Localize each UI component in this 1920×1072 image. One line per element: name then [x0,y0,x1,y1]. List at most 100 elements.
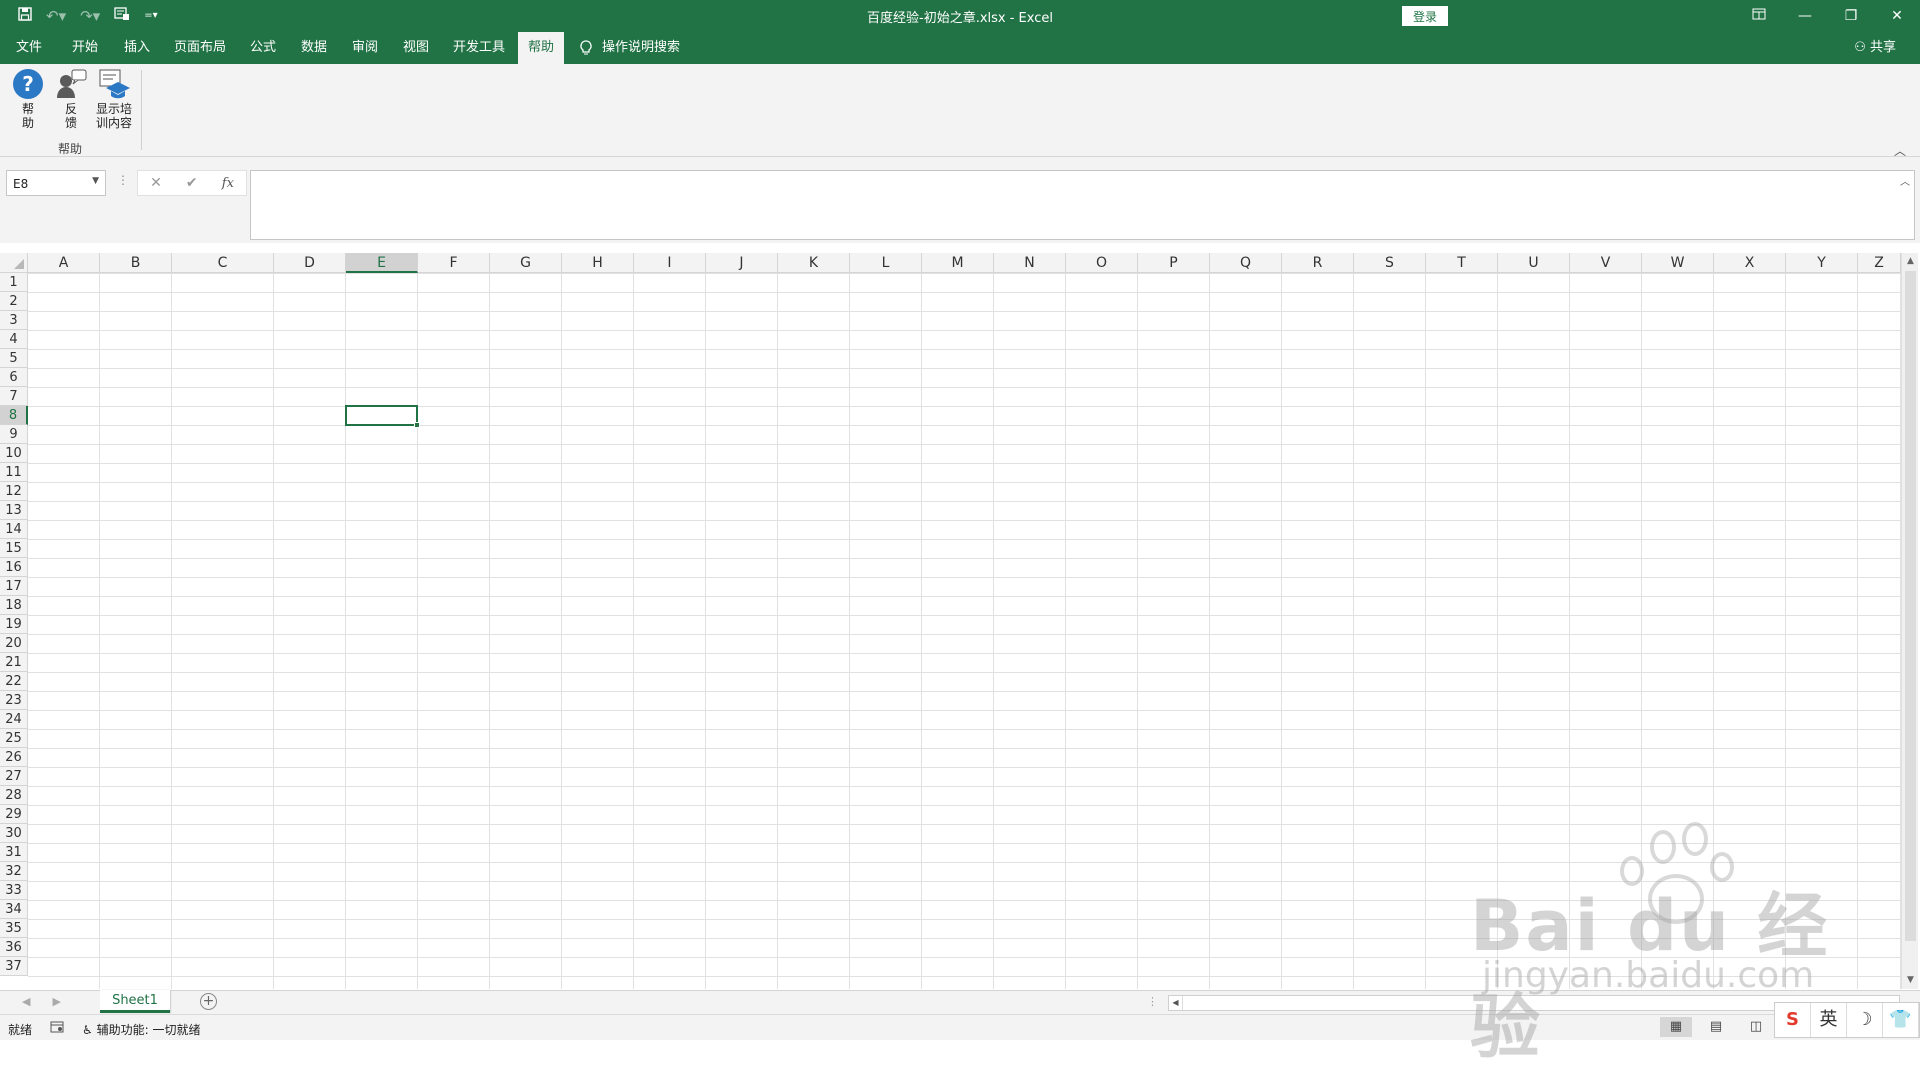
page-break-view-icon[interactable]: ◫ [1740,1017,1772,1037]
row-header-29[interactable]: 29 [0,805,28,824]
minimize-icon[interactable]: — [1782,0,1828,32]
column-header-g[interactable]: G [490,253,562,273]
show-training-button[interactable]: 显示培 训内容 [92,68,136,130]
column-header-m[interactable]: M [922,253,994,273]
split-handle-icon[interactable]: ⋮ [1147,995,1158,1008]
normal-view-icon[interactable]: ▦ [1660,1017,1692,1037]
tab-view[interactable]: 视图 [393,32,439,64]
row-header-15[interactable]: 15 [0,539,28,558]
tab-review[interactable]: 审阅 [342,32,388,64]
column-header-j[interactable]: J [706,253,778,273]
vertical-scroll-thumb[interactable] [1905,271,1916,941]
row-header-5[interactable]: 5 [0,349,28,368]
feedback-button[interactable]: 反 馈 [52,68,90,130]
column-header-t[interactable]: T [1426,253,1498,273]
moon-icon[interactable]: ☽ [1847,1003,1883,1037]
next-sheet-icon[interactable]: ▶ [52,995,60,1008]
row-header-16[interactable]: 16 [0,558,28,577]
row-header-30[interactable]: 30 [0,824,28,843]
ime-mode[interactable]: 英 [1811,1003,1847,1037]
column-header-r[interactable]: R [1282,253,1354,273]
name-box[interactable]: E8 ▼ [6,170,106,196]
row-header-28[interactable]: 28 [0,786,28,805]
row-header-9[interactable]: 9 [0,425,28,444]
row-header-7[interactable]: 7 [0,387,28,406]
column-header-y[interactable]: Y [1786,253,1858,273]
row-header-33[interactable]: 33 [0,881,28,900]
row-header-19[interactable]: 19 [0,615,28,634]
row-header-31[interactable]: 31 [0,843,28,862]
add-sheet-icon[interactable]: + [200,993,217,1010]
tab-file[interactable]: 文件 [6,32,52,64]
tab-help[interactable]: 帮助 [518,32,565,65]
tab-home[interactable]: 开始 [62,32,108,64]
column-header-i[interactable]: I [634,253,706,273]
ribbon-display-icon[interactable] [1736,0,1782,32]
row-header-20[interactable]: 20 [0,634,28,653]
accessibility-status[interactable]: ♿︎ 辅助功能: 一切就绪 [82,1021,200,1038]
tab-developer[interactable]: 开发工具 [443,32,515,64]
column-header-s[interactable]: S [1354,253,1426,273]
macro-record-icon[interactable] [50,1021,64,1036]
column-header-z[interactable]: Z [1858,253,1901,273]
close-icon[interactable]: ✕ [1874,0,1920,32]
row-header-13[interactable]: 13 [0,501,28,520]
row-header-11[interactable]: 11 [0,463,28,482]
row-header-8[interactable]: 8 [0,406,28,425]
cells-area[interactable] [28,273,1901,989]
column-header-b[interactable]: B [100,253,172,273]
scroll-down-icon[interactable]: ▼ [1902,972,1919,989]
column-header-k[interactable]: K [778,253,850,273]
collapse-formula-bar-icon[interactable]: ︿ [1900,173,1910,188]
column-header-n[interactable]: N [994,253,1066,273]
sogou-logo-icon[interactable]: S [1775,1003,1811,1037]
tab-page-layout[interactable]: 页面布局 [164,32,236,64]
login-button[interactable]: 登录 [1402,6,1448,26]
tab-insert[interactable]: 插入 [114,32,160,64]
row-header-23[interactable]: 23 [0,691,28,710]
column-header-p[interactable]: P [1138,253,1210,273]
row-header-26[interactable]: 26 [0,748,28,767]
help-button[interactable]: ? 帮 助 [11,68,45,130]
column-header-w[interactable]: W [1642,253,1714,273]
restore-icon[interactable]: ❐ [1828,0,1874,32]
row-header-2[interactable]: 2 [0,292,28,311]
skin-icon[interactable]: 👕 [1883,1003,1919,1037]
row-header-21[interactable]: 21 [0,653,28,672]
row-header-37[interactable]: 37 [0,957,28,976]
column-header-x[interactable]: X [1714,253,1786,273]
prev-sheet-icon[interactable]: ◀ [22,995,30,1008]
column-header-c[interactable]: C [172,253,274,273]
formula-input[interactable]: ︿ [250,170,1915,240]
row-header-6[interactable]: 6 [0,368,28,387]
row-header-18[interactable]: 18 [0,596,28,615]
row-header-34[interactable]: 34 [0,900,28,919]
row-header-36[interactable]: 36 [0,938,28,957]
row-header-25[interactable]: 25 [0,729,28,748]
select-all-button[interactable] [0,253,28,273]
row-header-35[interactable]: 35 [0,919,28,938]
column-header-a[interactable]: A [28,253,100,273]
share-button[interactable]: ⚇ 共享 [1854,32,1896,64]
row-header-22[interactable]: 22 [0,672,28,691]
scroll-left-icon[interactable]: ◀ [1169,996,1183,1010]
row-header-24[interactable]: 24 [0,710,28,729]
column-header-o[interactable]: O [1066,253,1138,273]
column-header-u[interactable]: U [1498,253,1570,273]
column-header-v[interactable]: V [1570,253,1642,273]
chevron-down-icon[interactable]: ▼ [92,176,99,186]
active-cell[interactable] [345,405,420,428]
column-header-l[interactable]: L [850,253,922,273]
row-header-3[interactable]: 3 [0,311,28,330]
enter-icon[interactable]: ✔ [186,175,198,191]
insert-function-icon[interactable]: fx [222,176,234,191]
fill-handle[interactable] [414,422,420,428]
row-header-10[interactable]: 10 [0,444,28,463]
vertical-scrollbar[interactable]: ▲ ▼ [1901,253,1918,989]
row-header-32[interactable]: 32 [0,862,28,881]
row-header-14[interactable]: 14 [0,520,28,539]
cancel-icon[interactable]: ✕ [150,175,162,191]
tell-me-search[interactable]: 操作说明搜索 [580,32,680,64]
row-header-27[interactable]: 27 [0,767,28,786]
row-header-17[interactable]: 17 [0,577,28,596]
